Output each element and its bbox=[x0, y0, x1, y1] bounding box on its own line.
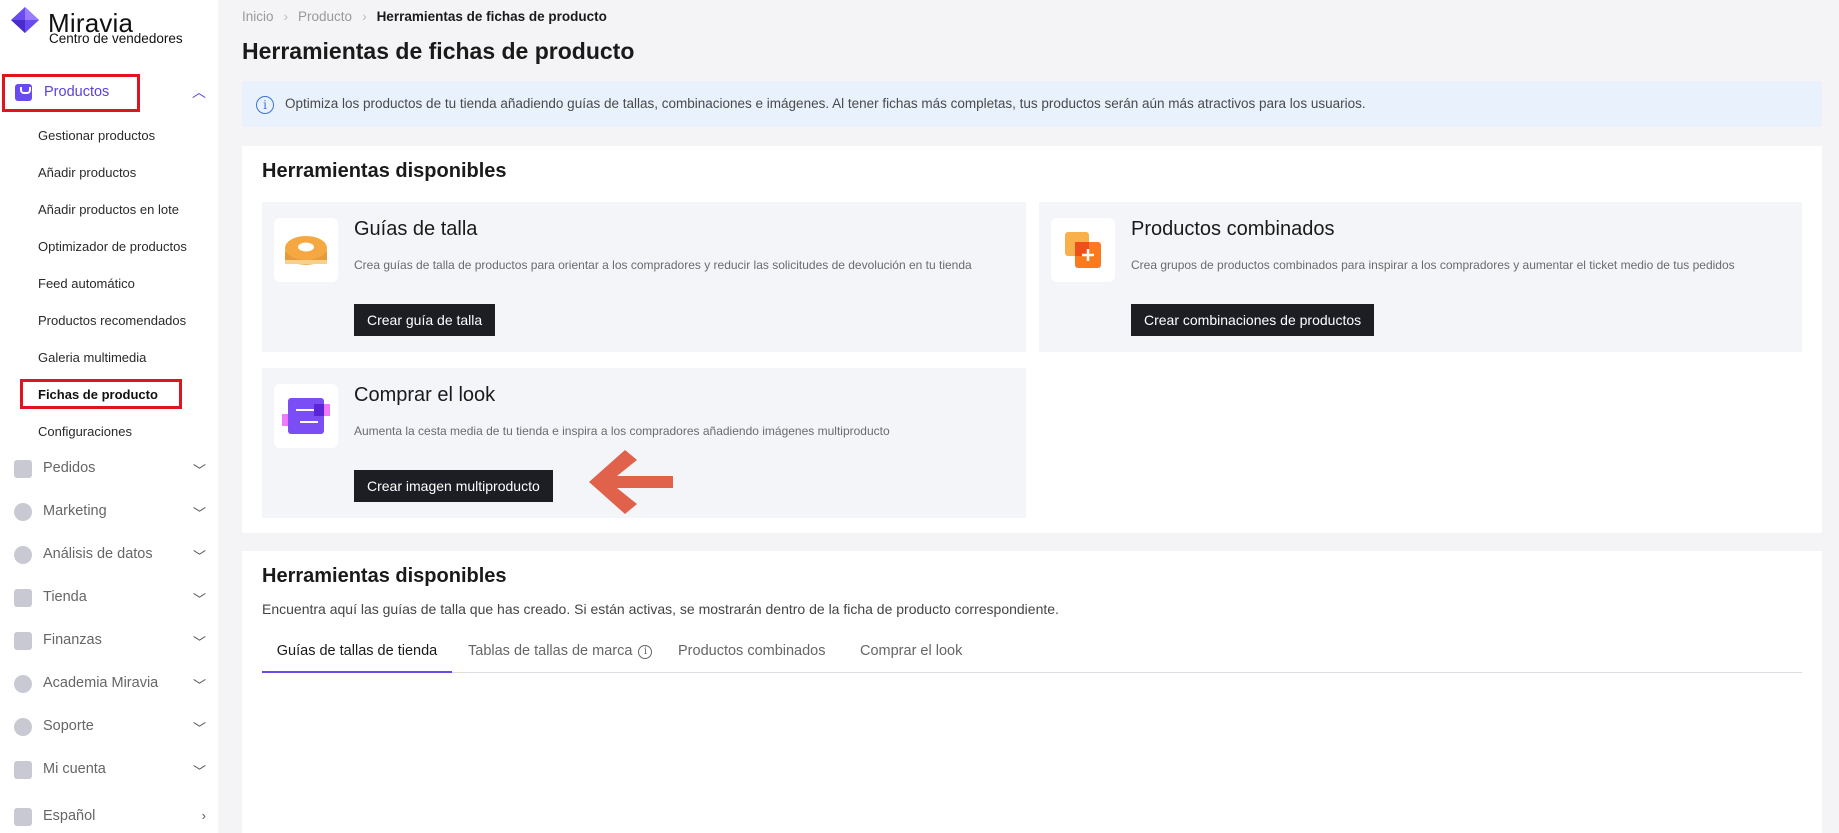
tab-label: Comprar el look bbox=[860, 643, 963, 659]
sidebar-item-soporte[interactable]: Soporte ﹀ bbox=[0, 712, 218, 742]
sidebar-item-finanzas[interactable]: Finanzas ﹀ bbox=[0, 626, 218, 656]
sidebar-subitem-configuraciones[interactable]: Configuraciones bbox=[38, 424, 132, 439]
chevron-down-icon: ﹀ bbox=[192, 463, 206, 478]
chevron-down-icon: ﹀ bbox=[192, 592, 206, 607]
tools-panel-title: Herramientas disponibles bbox=[262, 160, 507, 182]
tab-combined-products[interactable]: Productos combinados bbox=[678, 629, 826, 673]
bag-icon bbox=[15, 84, 32, 101]
create-size-guide-button[interactable]: Crear guía de talla bbox=[354, 304, 496, 336]
wallet-icon bbox=[14, 632, 32, 650]
brand-subtitle: Centro de vendedores bbox=[49, 31, 183, 46]
miravia-logo-icon bbox=[11, 7, 39, 33]
sidebar-subitem-anadir[interactable]: Añadir productos bbox=[38, 165, 136, 180]
sidebar-subitem-fichas[interactable]: Fichas de producto bbox=[38, 387, 158, 402]
sidebar: Miravia Centro de vendedores Productos ︿… bbox=[0, 0, 218, 833]
sidebar-item-label: Español bbox=[43, 808, 96, 824]
tool-card-size-guides: Guías de talla Crea guías de talla de pr… bbox=[262, 202, 1026, 352]
chevron-down-icon: ﹀ bbox=[192, 678, 206, 693]
sidebar-item-academia[interactable]: Academia Miravia ﹀ bbox=[0, 669, 218, 699]
measuring-tape-icon bbox=[274, 218, 338, 282]
globe-icon bbox=[14, 808, 32, 826]
chevron-down-icon: ﹀ bbox=[192, 549, 206, 564]
page-title: Herramientas de fichas de producto bbox=[242, 38, 635, 64]
combined-products-icon bbox=[1051, 218, 1115, 282]
sidebar-item-tienda[interactable]: Tienda ﹀ bbox=[0, 583, 218, 613]
tool-card-description: Crea grupos de productos combinados para… bbox=[1131, 258, 1735, 272]
tool-card-title: Comprar el look bbox=[354, 384, 496, 406]
tab-brand-size-tables[interactable]: Tablas de tallas de marca i bbox=[468, 629, 653, 673]
sidebar-item-mi-cuenta[interactable]: Mi cuenta ﹀ bbox=[0, 755, 218, 785]
list-panel: Herramientas disponibles Encuentra aquí … bbox=[242, 551, 1822, 833]
tools-panel: Herramientas disponibles Guías de talla … bbox=[242, 146, 1822, 533]
list-panel-title: Herramientas disponibles bbox=[262, 565, 507, 587]
sidebar-item-label: Soporte bbox=[43, 718, 94, 734]
sidebar-item-label: Análisis de datos bbox=[43, 546, 153, 562]
shop-the-look-icon bbox=[274, 384, 338, 448]
sidebar-subitem-anadir-lote[interactable]: Añadir productos en lote bbox=[38, 202, 179, 217]
tool-card-combined-products: Productos combinados Crea grupos de prod… bbox=[1039, 202, 1802, 352]
chevron-down-icon: ﹀ bbox=[192, 506, 206, 521]
chevron-up-icon: ︿ bbox=[192, 84, 206, 100]
sidebar-item-analisis[interactable]: Análisis de datos ﹀ bbox=[0, 540, 218, 570]
sidebar-item-products[interactable]: Productos ︿ bbox=[0, 74, 218, 112]
sidebar-item-label: Pedidos bbox=[43, 460, 96, 476]
tab-label: Tablas de tallas de marca bbox=[468, 643, 633, 659]
breadcrumb-inicio[interactable]: Inicio bbox=[242, 9, 274, 24]
info-banner-text: Optimiza los productos de tu tienda añad… bbox=[285, 96, 1366, 111]
list-panel-description: Encuentra aquí las guías de talla que ha… bbox=[262, 601, 1059, 617]
sidebar-item-label: Tienda bbox=[43, 589, 87, 605]
chevron-down-icon: ﹀ bbox=[192, 635, 206, 650]
create-combinations-button[interactable]: Crear combinaciones de productos bbox=[1131, 304, 1375, 336]
tab-store-size-guides[interactable]: Guías de tallas de tienda bbox=[262, 629, 452, 673]
tabs: Guías de tallas de tienda Tablas de tall… bbox=[262, 629, 1802, 673]
marketing-icon bbox=[14, 503, 32, 521]
orders-icon bbox=[14, 460, 32, 478]
info-banner: i Optimiza los productos de tu tienda añ… bbox=[242, 81, 1822, 127]
chevron-right-icon: › bbox=[201, 808, 206, 823]
chevron-down-icon: ﹀ bbox=[192, 721, 206, 736]
app-root: Miravia Centro de vendedores Productos ︿… bbox=[0, 0, 1839, 833]
tool-card-description: Aumenta la cesta media de tu tienda e in… bbox=[354, 424, 890, 438]
sidebar-subitem-feed[interactable]: Feed automático bbox=[38, 276, 135, 291]
breadcrumb-producto[interactable]: Producto bbox=[298, 9, 352, 24]
help-icon bbox=[14, 718, 32, 736]
tool-card-description: Crea guías de talla de productos para or… bbox=[354, 258, 972, 272]
create-multiproduct-image-button[interactable]: Crear imagen multiproducto bbox=[354, 470, 553, 502]
main-content: Inicio › Producto › Herramientas de fich… bbox=[218, 0, 1839, 833]
info-icon[interactable]: i bbox=[638, 645, 653, 659]
info-icon: i bbox=[256, 96, 274, 114]
store-icon bbox=[14, 589, 32, 607]
sidebar-item-label: Finanzas bbox=[43, 632, 102, 648]
sidebar-subitem-optimizador[interactable]: Optimizador de productos bbox=[38, 239, 187, 254]
sidebar-item-label: Productos bbox=[44, 84, 110, 100]
tab-label: Productos combinados bbox=[678, 643, 826, 659]
user-icon bbox=[14, 761, 32, 779]
breadcrumb-separator: › bbox=[283, 9, 289, 24]
annotation-arrow-icon bbox=[589, 450, 673, 514]
tab-label: Guías de tallas de tienda bbox=[276, 643, 438, 659]
breadcrumb: Inicio › Producto › Herramientas de fich… bbox=[242, 9, 607, 24]
chart-icon bbox=[14, 546, 32, 564]
sidebar-item-idioma[interactable]: Español › bbox=[0, 802, 218, 832]
chevron-down-icon: ﹀ bbox=[192, 764, 206, 779]
sidebar-item-label: Mi cuenta bbox=[43, 761, 106, 777]
breadcrumb-current: Herramientas de fichas de producto bbox=[376, 9, 607, 24]
sidebar-item-label: Marketing bbox=[43, 503, 107, 519]
academy-icon bbox=[14, 675, 32, 693]
tab-shop-the-look[interactable]: Comprar el look bbox=[860, 629, 962, 673]
sidebar-subitem-gestionar[interactable]: Gestionar productos bbox=[38, 128, 155, 143]
sidebar-subitem-galeria[interactable]: Galeria multimedia bbox=[38, 350, 146, 365]
tool-card-title: Productos combinados bbox=[1131, 218, 1335, 240]
sidebar-item-label: Academia Miravia bbox=[43, 675, 159, 691]
brand-logo[interactable]: Miravia Centro de vendedores bbox=[10, 4, 210, 48]
breadcrumb-separator: › bbox=[362, 9, 367, 24]
tool-card-title: Guías de talla bbox=[354, 218, 478, 240]
sidebar-item-pedidos[interactable]: Pedidos ﹀ bbox=[0, 454, 218, 484]
sidebar-subitem-recomendados[interactable]: Productos recomendados bbox=[38, 313, 186, 328]
sidebar-item-marketing[interactable]: Marketing ﹀ bbox=[0, 497, 218, 527]
